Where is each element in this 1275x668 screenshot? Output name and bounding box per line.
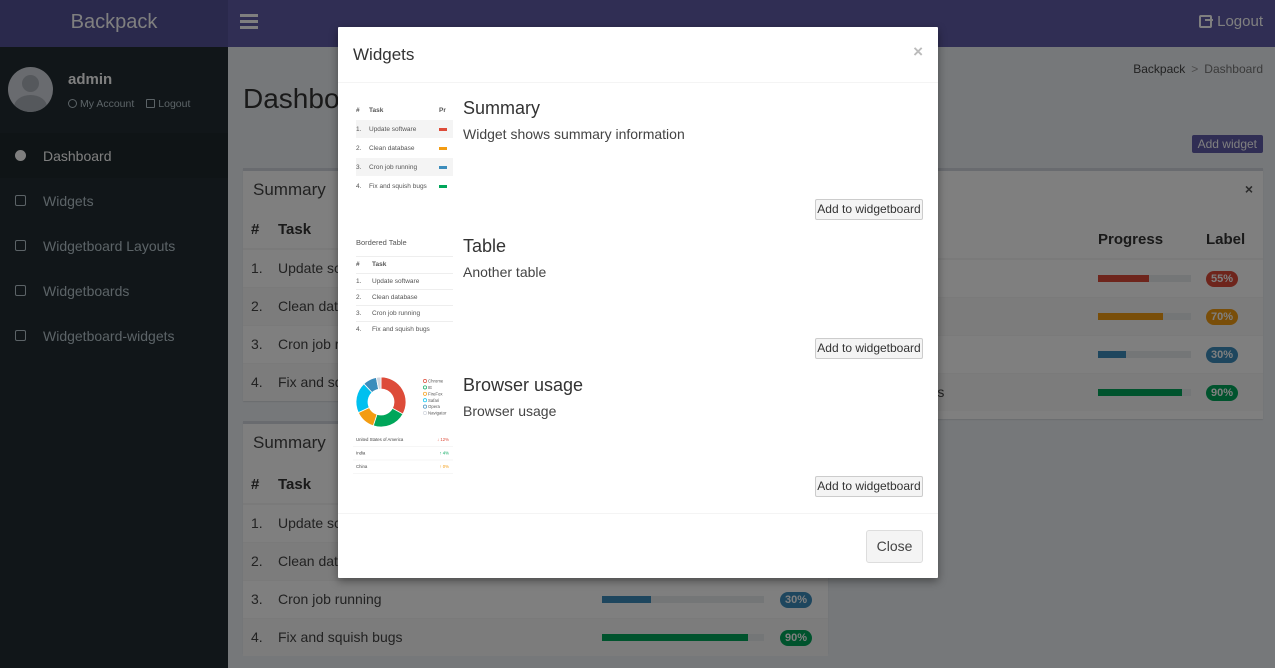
thumb-row-bar (439, 165, 447, 169)
thumb-row-bar (439, 184, 447, 188)
thumb-row-num: 3. (356, 310, 362, 317)
thumb-row-task: Clean database (369, 144, 415, 152)
browser-usage-thumbnail: Chrome IE FireFox Safari Opera Navigator Unit… (353, 375, 453, 475)
widget-item-summary: # Task Pr 1. Update software 2. Clean databa… (353, 98, 923, 222)
widget-title: Table (463, 236, 507, 256)
widget-title: Browser usage (463, 375, 584, 395)
thumb-row-task: Fix and squish bugs (372, 326, 430, 333)
thumb-row-task: Update software (369, 125, 417, 133)
legend-marker (423, 398, 427, 403)
legend-label: Opera (428, 404, 441, 409)
country-name: India (356, 451, 366, 456)
widget-description: Browser usage (463, 403, 557, 419)
add-to-widgetboard-button[interactable]: Add to widgetboard (815, 338, 923, 359)
legend-label: Chrome (428, 379, 444, 384)
country-value: ↑ 0% (439, 464, 449, 469)
close-button[interactable]: Close (866, 530, 923, 563)
modal-title: Widgets (353, 45, 415, 64)
legend-label: FireFox (428, 391, 443, 396)
country-value: ↑ 4% (439, 451, 449, 456)
thumb-row-num: 4. (356, 182, 362, 190)
legend-label: IE (428, 385, 432, 390)
table-thumbnail: Bordered Table # Task 1. Update software 2… (353, 236, 453, 336)
widget-title: Summary (463, 98, 541, 118)
thumb-row-num: 1. (356, 278, 362, 285)
summary-thumbnail: # Task Pr 1. Update software 2. Clean databa… (353, 98, 453, 198)
modal-footer: Close (338, 513, 938, 578)
browser-usage-thumb-chart: ChromeIEFireFox SafariOpera Navigator Unit… (353, 376, 453, 474)
thumb-row-task: Cron job running (369, 163, 418, 171)
thumb-row-task: Update software (372, 278, 420, 285)
thumb-col-task: Task (369, 106, 384, 114)
widget-description: Widget shows summary information (463, 126, 685, 142)
thumb-row-task: Cron job running (372, 310, 421, 317)
thumb-row-bar (439, 146, 447, 150)
widget-item-browser-usage: Chrome IE FireFox Safari Opera Navigator Unit… (353, 375, 923, 499)
legend-marker (423, 379, 427, 383)
thumb-row-num: 1. (356, 125, 362, 133)
thumb-col-task: Task (372, 261, 387, 268)
legend-marker (423, 404, 427, 409)
widget-item-table: Bordered Table # Task 1. Update software 2… (353, 236, 923, 360)
close-icon[interactable]: × (913, 42, 923, 62)
legend-label: Navigator (428, 411, 447, 416)
widget-description: Another table (463, 264, 547, 280)
thumb-col-pr: Pr (439, 106, 446, 114)
country-name: China (356, 464, 368, 469)
modal-header: Widgets × (338, 27, 938, 83)
thumb-row-num: 2. (356, 294, 362, 301)
thumb-row-task: Clean database (372, 294, 418, 301)
legend-label: Safari (428, 398, 439, 403)
add-to-widgetboard-button[interactable]: Add to widgetboard (815, 476, 923, 497)
legend-marker (423, 411, 427, 415)
thumb-row-num: 4. (356, 326, 362, 333)
widgets-modal: Widgets × # Task Pr 1. Update software 2. Cl… (338, 27, 938, 578)
add-to-widgetboard-button[interactable]: Add to widgetboard (815, 199, 923, 220)
thumb-col-num: # (356, 261, 360, 268)
thumb-row-bar (439, 127, 447, 131)
thumb-row-num: 2. (356, 144, 362, 152)
legend-marker (423, 385, 427, 390)
country-value: ↓ 12% (437, 437, 449, 442)
thumb-row-task: Fix and squish bugs (369, 182, 427, 190)
thumb-row-num: 3. (356, 163, 362, 171)
thumb-col-num: # (356, 106, 360, 114)
thumb-caption: Bordered Table (356, 238, 407, 247)
country-name: United States of America (356, 437, 404, 442)
legend-marker (423, 391, 427, 396)
